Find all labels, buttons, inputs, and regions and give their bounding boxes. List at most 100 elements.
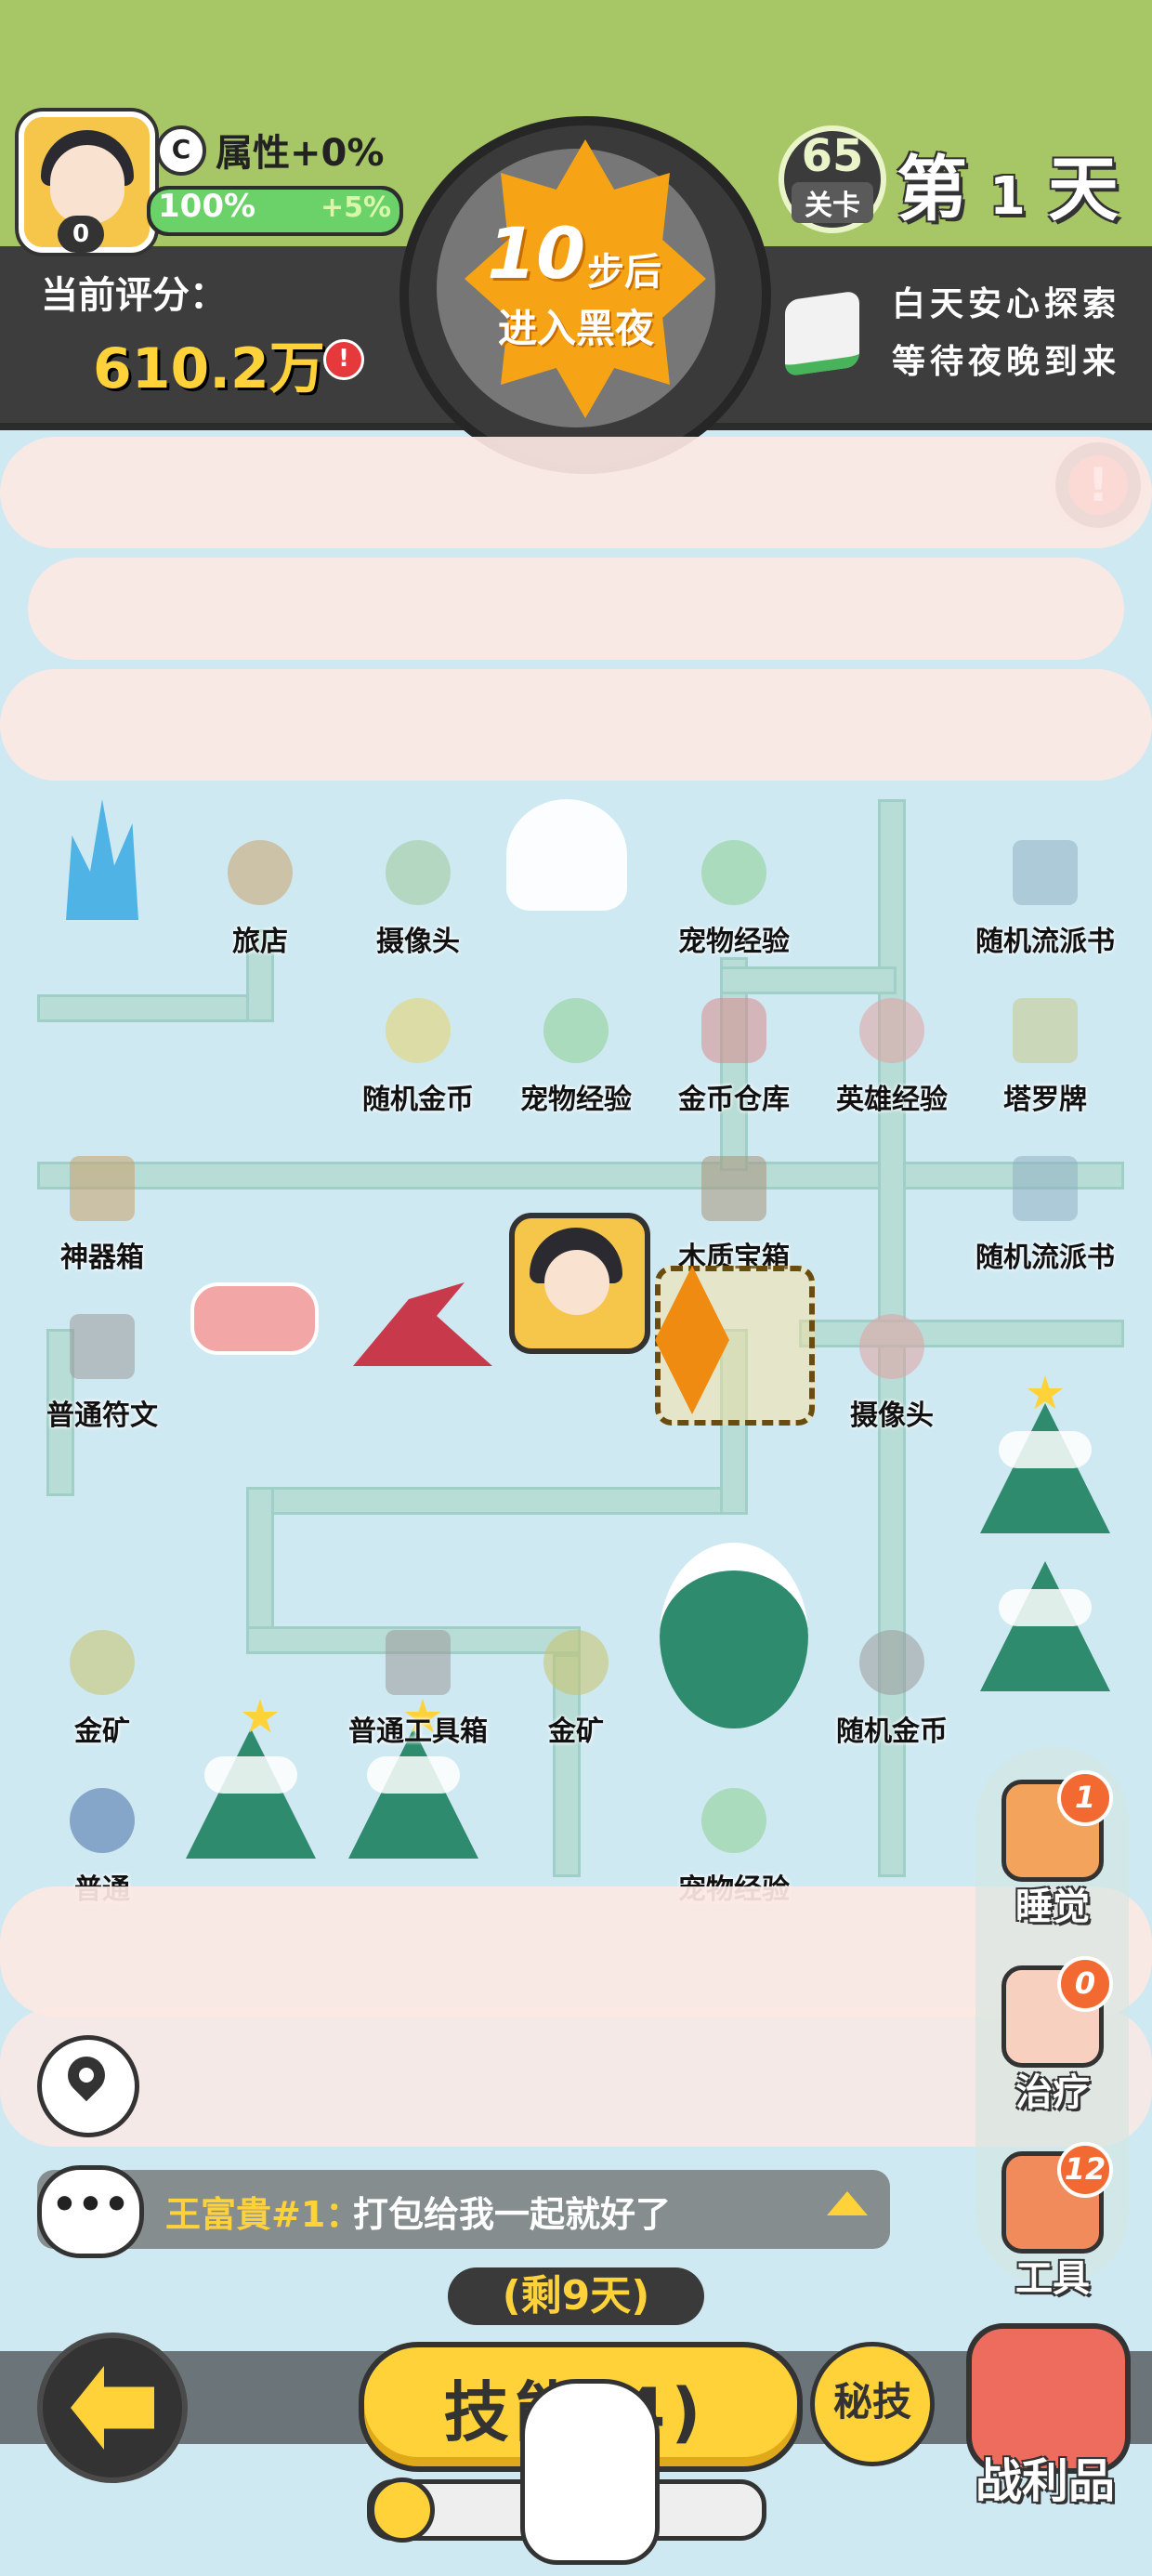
heal-button[interactable]: 治疗 0 <box>983 1956 1122 2116</box>
map-cell-random-gold[interactable]: 随机金币 <box>339 976 497 1134</box>
map-cell-camera[interactable]: 摄像头 <box>339 818 497 976</box>
sleep-count-badge: 1 <box>1057 1770 1113 1826</box>
paw-icon <box>701 1788 766 1853</box>
christmas-tree-icon <box>186 1728 316 1859</box>
cloud-band <box>0 669 1152 781</box>
book-icon <box>1013 840 1078 905</box>
road <box>37 994 269 1022</box>
cell-label: 金矿 <box>74 1715 130 1748</box>
snowy-tree-icon <box>660 1543 808 1728</box>
map-cell-gold-mine[interactable]: 金矿 <box>497 1608 655 1766</box>
sleep-button[interactable]: 睡觉 1 <box>983 1770 1122 1930</box>
location-button[interactable] <box>37 2035 139 2137</box>
day-number: 1 <box>989 166 1035 227</box>
sleep-label: 睡觉 <box>1015 1886 1090 1928</box>
map-cell-pet-exp[interactable]: 宠物经验 <box>497 976 655 1134</box>
tutorial-hand-icon <box>520 2379 660 2565</box>
secret-skill-button[interactable]: 秘技 <box>810 2342 935 2466</box>
cell-label: 随机流派书 <box>975 926 1115 958</box>
cell-label: 摄像头 <box>376 926 460 958</box>
heal-label: 治疗 <box>1015 2071 1090 2114</box>
cell-label: 普通符文 <box>46 1400 158 1432</box>
avatar-face <box>50 145 124 224</box>
loot-label: 战利品 <box>975 2454 1115 2508</box>
back-button[interactable] <box>37 2333 188 2483</box>
score-info-icon[interactable]: ! <box>323 339 364 380</box>
map-cell-rune[interactable]: 普通符文 <box>23 1292 181 1450</box>
cell-label: 宠物经验 <box>520 1084 632 1116</box>
cell-label: 旅店 <box>232 926 288 958</box>
cell-label: 英雄经验 <box>836 1084 948 1116</box>
hero-token[interactable] <box>509 1213 650 1354</box>
attribute-c-icon: C <box>156 125 206 176</box>
cell-label: 宠物经验 <box>678 926 790 958</box>
timer-steps-unit: 步后 <box>587 251 661 294</box>
exp-bonus: +5% <box>321 191 392 224</box>
hero-face <box>544 1250 609 1315</box>
chat-sender: 王富貴#1： <box>165 2194 361 2235</box>
cell-label: 普通工具箱 <box>348 1715 488 1748</box>
attribute-bonus-label: 属性+0% <box>216 132 385 175</box>
timer-subtitle: 进入黑夜 <box>497 306 654 351</box>
christmas-tree-icon <box>980 1561 1110 1691</box>
inn-icon <box>228 840 293 905</box>
candy-icon <box>190 1282 319 1355</box>
location-pin-icon <box>59 2048 113 2102</box>
score-label: 当前评分： <box>41 274 227 317</box>
road <box>246 1487 739 1515</box>
tip-line-1: 白天安心探索 <box>892 285 1121 323</box>
map-cell-random-book[interactable]: 随机流派书 <box>966 818 1124 976</box>
back-arrow-icon <box>71 2366 154 2450</box>
gold-mine-icon <box>543 1630 609 1695</box>
paw-icon <box>701 840 766 905</box>
cell-label: 随机金币 <box>362 1084 474 1116</box>
cell-label: 随机流派书 <box>975 1242 1115 1274</box>
tent-icon <box>701 998 766 1063</box>
exp-percent: 100% <box>158 188 256 225</box>
cell-label: 摄像头 <box>850 1400 934 1432</box>
coin-icon <box>386 998 451 1063</box>
tools-label: 工具 <box>1015 2257 1090 2300</box>
day-counter: 第1天 <box>897 132 1128 234</box>
cell-label: 神器箱 <box>60 1242 144 1274</box>
chat-expand-icon[interactable] <box>827 2191 868 2215</box>
cell-label: 塔罗牌 <box>1003 1084 1087 1116</box>
map-cell-camera[interactable]: 摄像头 <box>813 1292 971 1450</box>
stage-number: 65 <box>801 130 864 182</box>
tools-count-badge: 12 <box>1057 2142 1113 2198</box>
day-suffix: 天 <box>1047 148 1128 230</box>
map-cell-toolbox[interactable]: 普通工具箱 <box>339 1608 497 1766</box>
chat-bubble-icon[interactable]: ••• <box>37 2165 144 2258</box>
chat-message: 打包给我一起就好了 <box>353 2194 672 2235</box>
map-cell-artifact-box[interactable]: 神器箱 <box>23 1134 181 1292</box>
map-cell-gold-vault[interactable]: 金币仓库 <box>655 976 813 1134</box>
cloud-band <box>0 437 1152 548</box>
map-cell-random-book[interactable]: 随机流派书 <box>966 1134 1124 1292</box>
coin-icon <box>370 2477 435 2543</box>
map-cell-gold-mine[interactable]: 金矿 <box>23 1608 181 1766</box>
rune-icon <box>70 1314 135 1379</box>
map-cell-tarot[interactable]: 塔罗牌 <box>966 976 1124 1134</box>
star-medal-icon <box>859 998 924 1063</box>
chest-icon <box>701 1156 766 1221</box>
tools-button[interactable]: 工具 12 <box>983 2142 1122 2302</box>
mahjong-tile-icon <box>785 290 859 377</box>
paw-icon <box>543 998 609 1063</box>
tip-line-2: 等待夜晚到来 <box>892 343 1121 381</box>
cell-label: 随机金币 <box>836 1715 948 1748</box>
gift-box-icon <box>70 1156 135 1221</box>
cell-label: 金币仓库 <box>678 1084 790 1116</box>
skull-coin-icon <box>859 1630 924 1695</box>
demon-icon <box>70 1788 135 1853</box>
score-value: 610.2万 <box>93 336 325 401</box>
camera-icon <box>386 840 451 905</box>
map-cell-random-gold[interactable]: 随机金币 <box>813 1608 971 1766</box>
cloud-band <box>28 558 1124 660</box>
snow-flowers-icon <box>506 799 627 911</box>
map-cell-hero-exp[interactable]: 英雄经验 <box>813 976 971 1134</box>
map-cell-pet-exp[interactable]: 宠物经验 <box>655 818 813 976</box>
camera-icon <box>859 1314 924 1379</box>
heal-count-badge: 0 <box>1057 1956 1113 2012</box>
map-cell-inn[interactable]: 旅店 <box>181 818 339 976</box>
toolbox-icon <box>386 1630 451 1695</box>
